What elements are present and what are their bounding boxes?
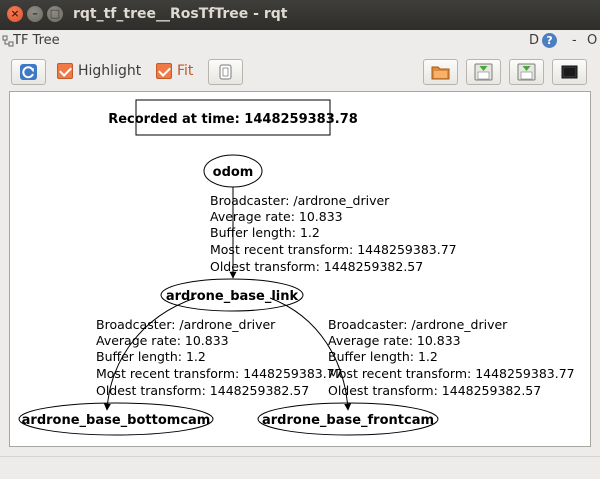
edge-label-odom-base-link: Broadcaster: /ardrone_driver Average rat… — [210, 193, 457, 274]
edge-broadcaster: Broadcaster: /ardrone_driver — [96, 317, 276, 332]
plugin-title: TF Tree — [13, 33, 60, 48]
edge-average-rate: Average rate: 10.833 — [328, 333, 461, 348]
window-titlebar: × – □ rqt_tf_tree__RosTfTree - rqt — [0, 0, 600, 30]
dock-button[interactable]: D — [529, 33, 539, 48]
edge-average-rate: Average rate: 10.833 — [96, 333, 229, 348]
refresh-button[interactable] — [11, 59, 46, 85]
window-title: rqt_tf_tree__RosTfTree - rqt — [73, 6, 288, 22]
open-button[interactable] — [423, 59, 458, 85]
tf-graph-view[interactable]: Recorded at time: 1448259383.78 odom ard… — [9, 91, 591, 447]
edge-most-recent: Most recent transform: 1448259383.77 — [210, 242, 457, 257]
edge-oldest: Oldest transform: 1448259382.57 — [96, 383, 309, 398]
fit-checkbox[interactable] — [156, 63, 172, 79]
edge-oldest: Oldest transform: 1448259382.57 — [210, 259, 423, 274]
save-dot-button[interactable] — [466, 59, 501, 85]
minimize-plugin-button[interactable]: - — [572, 33, 577, 48]
float-plugin-button[interactable]: O — [587, 33, 597, 48]
edge-broadcaster: Broadcaster: /ardrone_driver — [210, 193, 390, 208]
maximize-window-button[interactable]: □ — [47, 6, 63, 22]
save-svg-icon — [517, 63, 536, 81]
fit-label: Fit — [177, 63, 194, 79]
edge-broadcaster: Broadcaster: /ardrone_driver — [328, 317, 508, 332]
save-dot-icon — [474, 63, 493, 81]
edge-oldest: Oldest transform: 1448259382.57 — [328, 383, 541, 398]
edge-buffer-length: Buffer length: 1.2 — [96, 349, 206, 364]
edge-most-recent: Most recent transform: 1448259383.77 — [328, 366, 575, 381]
node-odom-label: odom — [213, 165, 254, 180]
edge-buffer-length: Buffer length: 1.2 — [210, 225, 320, 240]
plugin-header: TF Tree D - O — [0, 30, 600, 54]
edge-label-base-link-frontcam: Broadcaster: /ardrone_driver Average rat… — [328, 317, 575, 398]
save-image-icon — [561, 65, 578, 79]
tf-graph: Recorded at time: 1448259383.78 odom ard… — [18, 99, 575, 436]
refresh-icon — [20, 64, 37, 80]
highlight-label: Highlight — [78, 63, 142, 79]
edge-most-recent: Most recent transform: 1448259383.77 — [96, 366, 343, 381]
folder-open-icon — [431, 66, 450, 80]
node-ardrone-base-link-label: ardrone_base_link — [166, 289, 299, 304]
fit-view-icon — [219, 64, 232, 80]
edge-buffer-length: Buffer length: 1.2 — [328, 349, 438, 364]
close-window-button[interactable]: × — [7, 6, 23, 22]
fit-to-view-button[interactable] — [208, 59, 243, 85]
highlight-checkbox[interactable] — [57, 63, 73, 79]
node-ardrone-base-frontcam-label: ardrone_base_frontcam — [262, 413, 434, 428]
save-svg-button[interactable] — [509, 59, 544, 85]
status-bar — [0, 456, 600, 479]
save-image-button[interactable] — [552, 59, 587, 85]
recorded-time-label: Recorded at time: 1448259383.78 — [108, 112, 358, 127]
node-ardrone-base-bottomcam-label: ardrone_base_bottomcam — [22, 413, 211, 428]
edge-average-rate: Average rate: 10.833 — [210, 209, 343, 224]
help-icon[interactable]: ? — [542, 33, 557, 48]
edge-label-base-link-bottomcam: Broadcaster: /ardrone_driver Average rat… — [96, 317, 343, 398]
toolbar: Highlight Fit — [0, 54, 600, 90]
minimize-window-button[interactable]: – — [27, 6, 43, 22]
